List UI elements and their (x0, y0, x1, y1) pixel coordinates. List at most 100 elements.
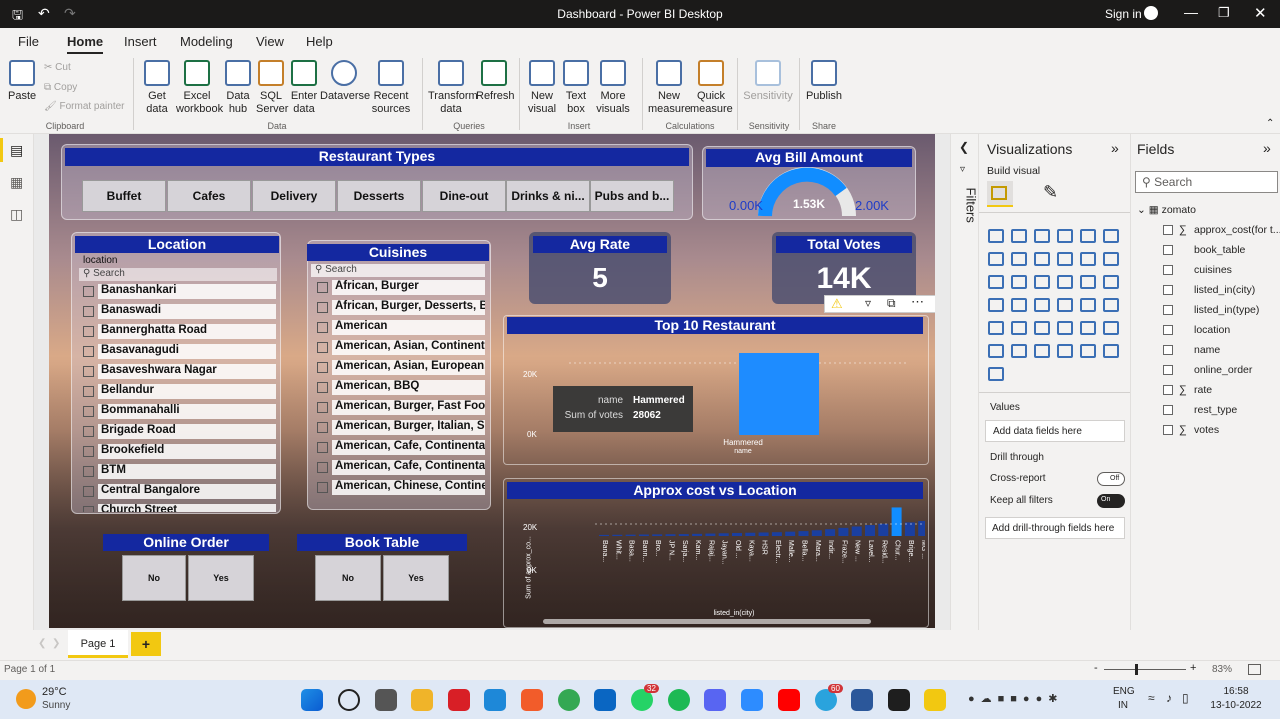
location-item[interactable]: Bellandur (81, 384, 277, 400)
approx-bar[interactable] (638, 534, 649, 536)
fit-page-icon[interactable] (1248, 664, 1261, 675)
approx-bar[interactable] (838, 527, 849, 536)
power-automate-icon[interactable] (1103, 344, 1119, 358)
tab-file[interactable]: File (18, 34, 39, 49)
avatar[interactable] (1144, 6, 1158, 20)
python-visual-icon[interactable] (1080, 321, 1096, 335)
data-hub-button[interactable]: Data hub (222, 60, 254, 116)
table-zomato[interactable]: ⌄ ▦ zomato (1137, 204, 1196, 216)
windows-start-icon[interactable] (301, 689, 323, 711)
publish-button[interactable]: Publish (804, 60, 844, 103)
field-checkbox[interactable] (1163, 325, 1173, 335)
approx-bar[interactable] (758, 532, 769, 536)
metrics-icon[interactable] (1057, 344, 1073, 358)
field-item[interactable]: online_order (1194, 364, 1252, 376)
cross-report-toggle[interactable]: Off (1097, 472, 1125, 486)
expand-fields-icon[interactable]: » (1263, 140, 1271, 156)
power-bi-icon[interactable] (924, 689, 946, 711)
funnel-icon[interactable] (1011, 275, 1027, 289)
excel-workbook-button[interactable]: Excel workbook (176, 60, 223, 116)
data-view-icon[interactable]: ▦ (10, 174, 23, 191)
checkbox[interactable] (83, 406, 94, 417)
tab-modeling[interactable]: Modeling (180, 34, 233, 49)
youtube-icon[interactable] (778, 689, 800, 711)
volume-icon[interactable]: ♪ (1166, 691, 1172, 705)
field-checkbox[interactable] (1163, 265, 1173, 275)
approx-bar[interactable] (678, 534, 689, 536)
field-item[interactable]: votes (1194, 424, 1219, 436)
tab-view[interactable]: View (256, 34, 284, 49)
model-view-icon[interactable]: ◫ (10, 206, 23, 223)
format-visual-icon[interactable]: ✎ (1043, 182, 1058, 203)
cuisine-item[interactable]: American, Burger, Fast Food (315, 400, 487, 416)
type-cafes-button[interactable]: Cafes (167, 180, 251, 212)
zoom-thumb[interactable] (1135, 664, 1138, 675)
cuisines-search-input[interactable]: ⚲ Search (311, 264, 485, 277)
approx-bar[interactable] (732, 533, 742, 536)
field-item[interactable]: name (1194, 344, 1220, 356)
qa-icon[interactable] (1011, 344, 1027, 358)
stacked-bar-icon[interactable] (988, 229, 1004, 243)
sign-in-link[interactable]: Sign in (1105, 7, 1142, 21)
expand-visualizations-icon[interactable]: » (1111, 140, 1119, 156)
discord-icon[interactable] (704, 689, 726, 711)
pycharm-icon[interactable] (888, 689, 910, 711)
field-checkbox[interactable] (1163, 405, 1173, 415)
book-table-yes-button[interactable]: Yes (383, 555, 449, 601)
transform-data-button[interactable]: Transform data (428, 60, 478, 116)
stacked-area-icon[interactable] (1034, 252, 1050, 266)
cuisine-item[interactable]: African, Burger (315, 280, 487, 296)
more-visuals-icon[interactable] (988, 367, 1004, 381)
clustered-column-icon[interactable] (1057, 229, 1073, 243)
field-checkbox[interactable] (1163, 225, 1173, 235)
checkbox[interactable] (317, 362, 328, 373)
cuisine-item[interactable]: American, Chinese, Contine... (315, 480, 487, 496)
report-view-icon[interactable]: ▤ (10, 142, 23, 159)
page-1-tab[interactable]: Page 1 (68, 630, 128, 658)
minimize-icon[interactable]: — (1184, 4, 1198, 20)
quick-measure-button[interactable]: Quick measure (690, 60, 733, 116)
field-checkbox[interactable] (1163, 245, 1173, 255)
approx-bar[interactable] (891, 507, 902, 536)
approx-bar[interactable] (665, 534, 676, 536)
linkedin-icon[interactable] (594, 689, 616, 711)
field-checkbox[interactable] (1163, 385, 1173, 395)
waterfall-icon[interactable] (988, 275, 1004, 289)
treemap-icon[interactable] (1103, 275, 1119, 289)
field-checkbox[interactable] (1163, 365, 1173, 375)
zoom-app-icon[interactable] (741, 689, 763, 711)
warning-icon[interactable]: ⚠ (831, 296, 843, 312)
approx-bar[interactable] (771, 532, 782, 536)
field-item[interactable]: rate (1194, 384, 1212, 396)
location-item[interactable]: Bannerghatta Road (81, 324, 277, 340)
tool-icon[interactable] (851, 689, 873, 711)
location-item[interactable]: BTM (81, 464, 277, 480)
approx-bar[interactable] (612, 534, 623, 536)
approx-bar[interactable] (625, 534, 636, 536)
netflix-icon[interactable] (448, 689, 470, 711)
new-measure-button[interactable]: New measure (648, 60, 691, 116)
field-checkbox[interactable] (1163, 285, 1173, 295)
paginated-icon[interactable] (1034, 344, 1050, 358)
top10-bar[interactable] (739, 353, 819, 435)
clock-date[interactable]: 13-10-2022 (1204, 700, 1268, 711)
dataverse-button[interactable]: Dataverse (320, 60, 370, 103)
table-icon[interactable] (1011, 321, 1027, 335)
checkbox[interactable] (83, 286, 94, 297)
book-table-no-button[interactable]: No (315, 555, 381, 601)
type-dineout-button[interactable]: Dine-out (422, 180, 506, 212)
add-drill-through-well[interactable]: Add drill-through fields here (985, 517, 1125, 539)
donut-icon[interactable] (1080, 275, 1096, 289)
approx-bar[interactable] (825, 529, 836, 536)
zoom-out-icon[interactable]: - (1094, 662, 1098, 674)
collapse-ribbon-icon[interactable]: ⌃ (1266, 118, 1274, 129)
location-item[interactable]: Basaveshwara Nagar (81, 364, 277, 380)
wifi-icon[interactable]: ≈ (1148, 691, 1155, 705)
stacked-column-icon[interactable] (1011, 229, 1027, 243)
checkbox[interactable] (317, 402, 328, 413)
type-drinks-button[interactable]: Drinks & ni... (506, 180, 590, 212)
location-item[interactable]: Banashankari (81, 284, 277, 300)
checkbox[interactable] (317, 302, 328, 313)
approx-bar[interactable] (652, 534, 663, 536)
approx-bar[interactable] (878, 523, 889, 536)
